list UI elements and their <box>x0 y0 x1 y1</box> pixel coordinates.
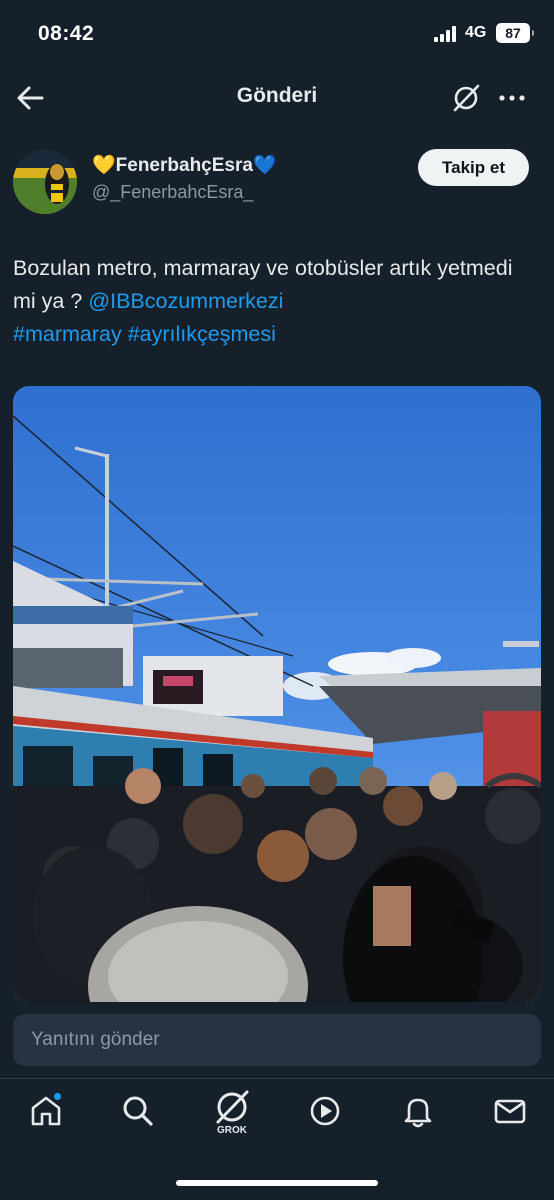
messages-icon <box>494 1099 526 1124</box>
grok-button[interactable] <box>450 82 482 114</box>
mention-link[interactable]: @IBBcozummerkezi <box>88 289 283 313</box>
more-options-button[interactable] <box>496 82 528 114</box>
hashtag-link[interactable]: #marmaray <box>13 322 122 346</box>
crowded-platform-photo <box>13 386 541 1002</box>
tab-grok[interactable]: GROK <box>212 1087 252 1136</box>
follow-button[interactable]: Takip et <box>418 149 529 186</box>
home-indicator[interactable] <box>176 1180 378 1186</box>
tab-messages[interactable] <box>490 1093 530 1137</box>
network-type: 4G <box>465 24 487 41</box>
tab-home[interactable] <box>26 1093 66 1137</box>
battery-icon: 87 <box>496 23 534 43</box>
author-display-name[interactable]: 💛FenerbahçEsra💙 <box>92 153 277 177</box>
notifications-icon <box>404 1098 432 1128</box>
post-header: Gönderi <box>0 72 554 124</box>
avatar-image <box>13 150 77 214</box>
status-time: 08:42 <box>38 22 95 45</box>
tab-notifications[interactable] <box>398 1093 438 1137</box>
grok-icon <box>216 1090 249 1124</box>
tweet-text: Bozulan metro, marmaray ve otobüsler art… <box>13 252 533 351</box>
more-icon <box>499 95 525 101</box>
hashtag-link[interactable]: #ayrılıkçeşmesi <box>128 322 276 346</box>
status-bar: 08:42 4G 87 <box>0 0 554 68</box>
home-notification-dot <box>54 1093 61 1100</box>
grok-label: GROK <box>217 1125 247 1136</box>
author-handle[interactable]: @_FenerbahcEsra_ <box>92 182 253 203</box>
tab-video[interactable] <box>305 1093 345 1137</box>
search-icon <box>123 1096 153 1126</box>
avatar[interactable] <box>13 150 77 214</box>
video-icon <box>310 1096 340 1126</box>
tweet-photo[interactable] <box>13 386 541 1002</box>
reply-input[interactable] <box>13 1014 541 1066</box>
cellular-signal-icon <box>434 26 458 42</box>
reply-bar <box>13 1014 541 1066</box>
battery-level: 87 <box>505 25 521 41</box>
tab-search[interactable] <box>118 1093 158 1137</box>
grok-icon <box>453 84 480 112</box>
